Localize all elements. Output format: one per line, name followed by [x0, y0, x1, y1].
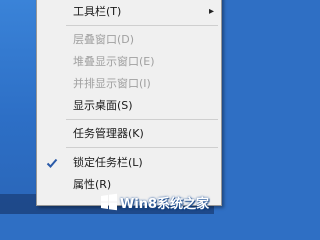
menu-item-cascade-windows: 层叠窗口(D): [38, 29, 220, 51]
menu-item-label: 堆叠显示窗口(E): [73, 55, 155, 68]
menu-separator: [66, 147, 218, 148]
menu-item-label: 显示桌面(S): [73, 99, 133, 112]
taskbar-context-menu: 工具栏(T) ▸ 层叠窗口(D) 堆叠显示窗口(E) 并排显示窗口(I) 显示桌…: [36, 0, 222, 206]
menu-item-lock-taskbar[interactable]: 锁定任务栏(L): [38, 152, 220, 174]
checkmark-icon: [46, 158, 58, 168]
menu-item-label: 锁定任务栏(L): [73, 156, 143, 169]
menu-item-side-by-side-windows: 并排显示窗口(I): [38, 73, 220, 95]
menu-separator: [66, 119, 218, 120]
windows-logo-icon: [101, 193, 117, 211]
menu-separator: [66, 25, 218, 26]
menu-item-label: 工具栏(T): [73, 5, 122, 18]
menu-item-label: 层叠窗口(D): [73, 33, 135, 46]
menu-item-toolbars[interactable]: 工具栏(T) ▸: [38, 1, 220, 23]
menu-item-show-desktop[interactable]: 显示桌面(S): [38, 95, 220, 117]
site-watermark: Win8系统之家: [100, 191, 212, 213]
submenu-arrow-icon: ▸: [208, 6, 214, 17]
menu-item-stack-windows: 堆叠显示窗口(E): [38, 51, 220, 73]
watermark-text: Win8系统之家: [120, 197, 210, 212]
menu-item-label: 并排显示窗口(I): [73, 77, 151, 90]
menu-item-label: 任务管理器(K): [73, 127, 144, 140]
menu-item-task-manager[interactable]: 任务管理器(K): [38, 123, 220, 145]
